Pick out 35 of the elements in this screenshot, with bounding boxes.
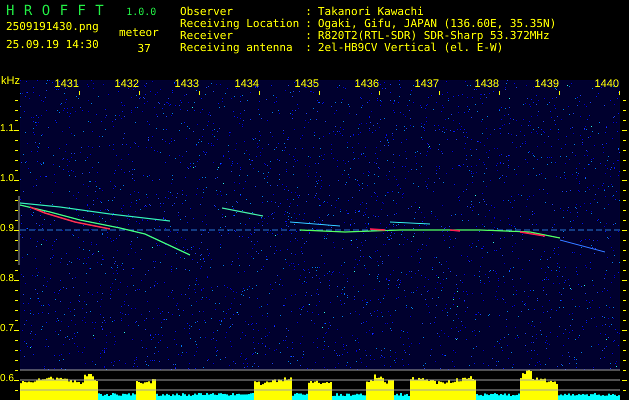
- counter-label: meteor: [118, 27, 159, 39]
- info-separator: :: [305, 6, 312, 18]
- info-value: Ogaki, Gifu, JAPAN (136.60E, 35.35N): [318, 18, 556, 30]
- x-tick-label: 1438: [474, 78, 499, 90]
- x-tick-label: 1434: [234, 78, 259, 90]
- info-label: Receiver: [180, 30, 233, 42]
- x-tick-label: 1436: [354, 78, 379, 90]
- x-tick-label: 1435: [294, 78, 319, 90]
- info-value: R820T2(RTL-SDR) SDR-Sharp 53.372MHz: [318, 30, 551, 42]
- info-value: 2el-HB9CV Vertical (el. E-W): [318, 42, 504, 54]
- info-separator: :: [305, 42, 312, 54]
- info-label: Receiving Location: [180, 18, 300, 30]
- version-label: 1.0.0: [126, 7, 156, 18]
- y-tick-label: 1.1: [0, 123, 14, 135]
- info-label: Observer: [180, 6, 234, 18]
- info-label: Receiving antenna: [180, 42, 294, 54]
- file-name: 2509191430.png: [6, 21, 99, 33]
- info-separator: :: [305, 18, 312, 30]
- date-time: 25.09.19 14:30: [6, 39, 99, 51]
- y-tick-label: 1.0: [0, 173, 14, 185]
- x-tick-label: 1439: [534, 78, 559, 90]
- x-tick-label: 1433: [174, 78, 199, 90]
- app-name: H R O F F T: [6, 3, 104, 19]
- x-tick-label: 1440: [594, 78, 619, 90]
- y-tick-label: 0.7: [0, 323, 14, 335]
- meteor-count: 37: [137, 43, 152, 55]
- x-tick-label: 1432: [114, 78, 139, 90]
- info-separator: :: [305, 30, 312, 42]
- axis-unit: kHz: [1, 75, 20, 87]
- y-tick-label: 0.9: [0, 223, 14, 235]
- info-value: Takanori Kawachi: [318, 6, 425, 18]
- y-tick-label: 0.8: [0, 273, 14, 285]
- y-tick-label: 0.6: [0, 373, 14, 385]
- x-tick-label: 1431: [54, 78, 79, 90]
- x-tick-label: 1437: [414, 78, 439, 90]
